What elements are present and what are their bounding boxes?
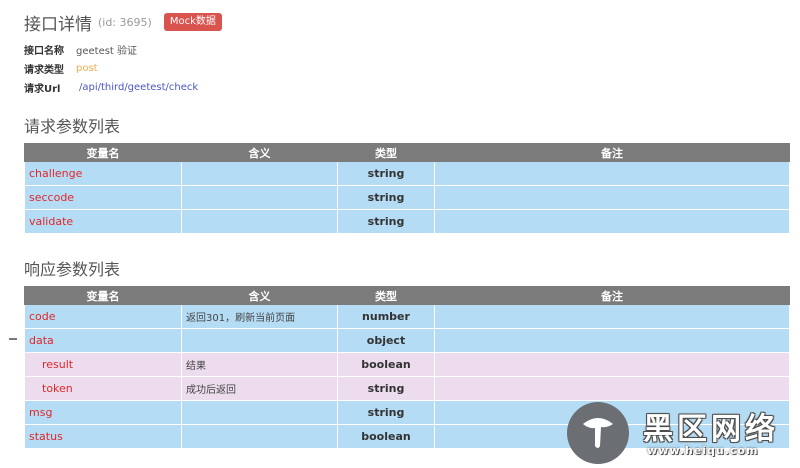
- column-header: 备注: [434, 286, 790, 305]
- param-note: [434, 209, 790, 234]
- param-type: string: [337, 185, 435, 210]
- param-note: [434, 352, 790, 377]
- param-name: token: [24, 376, 182, 401]
- param-name: data: [24, 328, 182, 353]
- param-note: [434, 161, 790, 186]
- param-name: code: [24, 304, 182, 329]
- param-desc: [181, 328, 338, 353]
- info-row-type: 请求类型 post: [24, 59, 198, 78]
- table-row: code 返回301，刷新当前页面 number: [24, 304, 790, 329]
- param-type: boolean: [337, 424, 435, 449]
- param-desc: [181, 400, 338, 425]
- param-note: [434, 376, 790, 401]
- param-desc: 返回301，刷新当前页面: [181, 304, 338, 329]
- param-desc: 成功后返回: [181, 376, 338, 401]
- column-header: 变量名: [24, 286, 182, 305]
- api-info: 接口名称 geetest 验证 请求类型 post 请求Url /api/thi…: [24, 40, 198, 97]
- info-label: 接口名称: [24, 46, 64, 57]
- table-row-child: token 成功后返回 string: [24, 376, 790, 401]
- watermark-url: www.heiqu.com: [647, 444, 759, 457]
- info-row-url: 请求Url /api/third/geetest/check: [24, 78, 198, 97]
- info-row-name: 接口名称 geetest 验证: [24, 40, 198, 59]
- table-row: validate string: [24, 209, 790, 234]
- watermark: 黑区网络 www.heiqu.com: [563, 400, 800, 468]
- table-row[interactable]: data object: [24, 328, 790, 353]
- param-desc: [181, 209, 338, 234]
- request-params-table: 变量名 含义 类型 备注 challenge string seccode st…: [24, 143, 790, 234]
- page-header: 接口详情 (id: 3695) Mock数据: [24, 10, 222, 35]
- param-type: string: [337, 400, 435, 425]
- request-type-value: post: [76, 63, 98, 74]
- info-label: 请求类型: [24, 65, 64, 76]
- param-type: object: [337, 328, 435, 353]
- param-desc: [181, 424, 338, 449]
- mock-data-button[interactable]: Mock数据: [163, 13, 222, 31]
- param-desc: 结果: [181, 352, 338, 377]
- param-name: validate: [24, 209, 182, 234]
- param-desc: [181, 185, 338, 210]
- param-type: string: [337, 376, 435, 401]
- column-header: 类型: [337, 286, 435, 305]
- watermark-logo-icon: [567, 402, 629, 464]
- param-type: boolean: [337, 352, 435, 377]
- param-type: number: [337, 304, 435, 329]
- api-id: (id: 3695): [98, 15, 152, 29]
- param-name: challenge: [24, 161, 182, 186]
- param-desc: [181, 161, 338, 186]
- column-header: 类型: [337, 143, 435, 162]
- param-name: seccode: [24, 185, 182, 210]
- param-type: string: [337, 209, 435, 234]
- param-name: msg: [24, 400, 182, 425]
- table-row: challenge string: [24, 161, 790, 186]
- info-label: 请求Url: [24, 84, 61, 95]
- collapse-icon[interactable]: [9, 338, 17, 340]
- param-name: result: [24, 352, 182, 377]
- response-params-title: 响应参数列表: [24, 260, 121, 279]
- column-header: 备注: [434, 143, 790, 162]
- column-header: 含义: [181, 143, 338, 162]
- column-header: 变量名: [24, 143, 182, 162]
- api-name-value: geetest 验证: [76, 46, 138, 57]
- table-header-row: 变量名 含义 类型 备注: [24, 286, 790, 305]
- param-note: [434, 328, 790, 353]
- request-params-title: 请求参数列表: [24, 117, 121, 136]
- watermark-text: 黑区网络: [643, 412, 779, 447]
- param-type: string: [337, 161, 435, 186]
- table-header-row: 变量名 含义 类型 备注: [24, 143, 790, 162]
- param-name: status: [24, 424, 182, 449]
- param-note: [434, 304, 790, 329]
- table-row-child: result 结果 boolean: [24, 352, 790, 377]
- request-url-link[interactable]: /api/third/geetest/check: [79, 82, 198, 93]
- param-note: [434, 185, 790, 210]
- table-row: seccode string: [24, 185, 790, 210]
- column-header: 含义: [181, 286, 338, 305]
- page-title: 接口详情: [24, 14, 92, 35]
